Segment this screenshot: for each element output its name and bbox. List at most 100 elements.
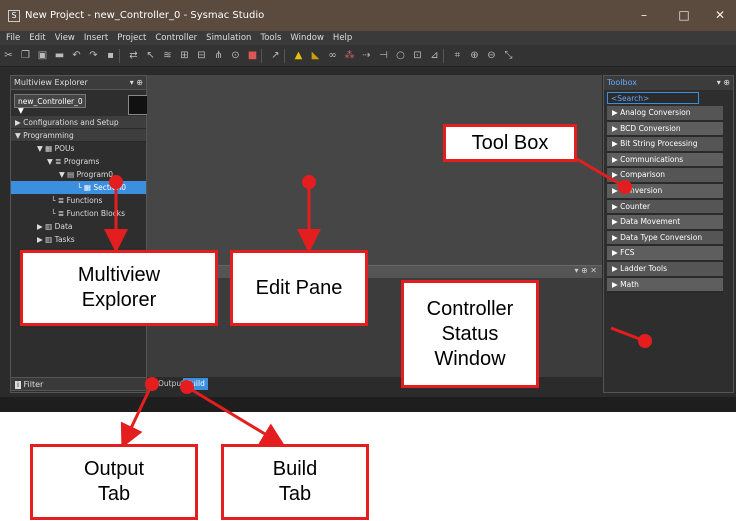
rung-icon[interactable]: ⊣ [375, 50, 392, 61]
tree-item-programming[interactable]: ▼ Programming [11, 129, 146, 142]
sysmac-studio-window: S New Project - new_Controller_0 - Sysma… [0, 0, 736, 412]
circle-icon[interactable]: ○ [392, 50, 409, 61]
toolbar: ✂ ❐ ▣ ▬ ↶ ↷ ▪ ⇄ ↖ ≋ ⊞ ⊟ ⋔ ⊙ ■ ↗ ▲ ◣ ∞ ⁂ … [0, 45, 736, 67]
chevron-down-icon: ▼ [18, 106, 24, 115]
build-marker [180, 380, 194, 394]
tree-item-pous[interactable]: ▼ ▦ POUs [11, 142, 146, 155]
app-icon: S [8, 9, 20, 22]
tree-item-section0[interactable]: └ ▦ Section0 [11, 181, 146, 194]
menu-window[interactable]: Window [290, 33, 324, 43]
zoom-out-icon[interactable]: ⊖ [483, 50, 500, 61]
toolbox-marker [618, 180, 632, 194]
project-tree: ▶ Configurations and Setup ▼ Programming… [11, 116, 146, 246]
toolbox-item-label: FCS [620, 248, 635, 258]
menu-bar: File Edit View Insert Project Controller… [0, 31, 736, 45]
menu-project[interactable]: Project [117, 33, 146, 43]
toolbox-item[interactable]: ▶ Data Type Conversion [607, 230, 723, 247]
undo-icon[interactable]: ↶ [68, 50, 85, 61]
edit-pane-callout: Edit Pane [230, 250, 368, 326]
menu-controller[interactable]: Controller [155, 33, 197, 43]
cut-icon[interactable]: ✂ [0, 50, 17, 61]
status-bar [0, 397, 736, 412]
edit-pane[interactable] [147, 75, 602, 265]
find-icon[interactable]: ⊙ [227, 50, 244, 61]
chart-icon[interactable]: ⊿ [426, 50, 443, 61]
toolbox-item[interactable]: ▶ Math [607, 277, 723, 294]
go-icon[interactable]: ↖ [142, 50, 159, 61]
toolbox-item-label: Data Movement [620, 217, 681, 227]
link-icon[interactable]: ∞ [324, 50, 341, 61]
simulation-icon[interactable]: ◣ [307, 50, 324, 61]
csw-marker [638, 334, 652, 348]
toolbox-item-label: Bit String Processing [620, 139, 698, 149]
window-icon[interactable]: ⊡ [409, 50, 426, 61]
menu-file[interactable]: File [6, 33, 20, 43]
filter-icon: i [15, 381, 21, 389]
toolbox-item-label: Ladder Tools [620, 263, 668, 273]
edit-marker [302, 175, 316, 189]
toolbox-item-label: BCD Conversion [620, 123, 681, 133]
toolbox-item-label: Data Type Conversion [620, 232, 703, 242]
delete-icon[interactable]: ▬ [51, 50, 68, 61]
csw-callout: Controller Status Window [401, 280, 539, 388]
toolbox-item[interactable]: ▶ FCS [607, 246, 723, 262]
save-icon[interactable]: ▪ [102, 50, 119, 61]
toolbox-item[interactable]: ▶ Communications [607, 152, 723, 169]
arrow-icon[interactable]: ⇢ [358, 50, 375, 61]
tree-item-programs[interactable]: ▼ ≣ Programs [11, 155, 146, 168]
close-button[interactable]: ✕ [700, 0, 736, 31]
transfer-icon[interactable]: ⊞ [176, 50, 193, 61]
cursor-icon[interactable]: ↗ [267, 50, 284, 61]
online-icon[interactable]: ⇄ [125, 50, 142, 61]
filter-bar[interactable]: i Filter [10, 377, 147, 391]
sync-icon[interactable]: ⊟ [193, 50, 210, 61]
menu-edit[interactable]: Edit [29, 33, 45, 43]
redo-icon[interactable]: ↷ [85, 50, 102, 61]
monitor-icon[interactable]: ⁂ [341, 50, 358, 61]
toolbox-item[interactable]: ▶ Analog Conversion [607, 106, 723, 122]
toolbox-item-label: Math [620, 279, 639, 289]
menu-insert[interactable]: Insert [84, 33, 108, 43]
warning-icon[interactable]: ▲ [290, 50, 307, 61]
tree-item-configurations[interactable]: ▶ Configurations and Setup [11, 116, 146, 129]
toolbox-item[interactable]: ▶ Bit String Processing [607, 137, 723, 153]
build-icon[interactable]: ⋔ [210, 50, 227, 61]
tree-item-tasks[interactable]: ▶ ▥ Tasks [11, 233, 146, 246]
filter-label: Filter [23, 380, 44, 389]
menu-help[interactable]: Help [333, 33, 352, 43]
multiview-marker [109, 175, 123, 189]
tree-item-program0[interactable]: ▼ ▤ Program0 [11, 168, 146, 181]
multiview-callout: Multiview Explorer [20, 250, 218, 326]
menu-simulation[interactable]: Simulation [206, 33, 251, 43]
stop-icon[interactable]: ■ [244, 50, 261, 61]
menu-tools[interactable]: Tools [260, 33, 281, 43]
pin-icon[interactable]: ▾ ⊕ [130, 78, 143, 87]
maximize-button[interactable]: □ [664, 0, 704, 31]
menu-view[interactable]: View [55, 33, 75, 43]
output-tab-callout: Output Tab [30, 444, 198, 520]
tree-item-function-blocks[interactable]: └ ≣ Function Blocks [11, 207, 146, 220]
fit-icon[interactable]: ⤡ [500, 50, 517, 61]
copy-icon[interactable]: ❐ [17, 50, 34, 61]
pin-icon[interactable]: ▾ ⊕ [717, 78, 730, 87]
compare-icon[interactable]: ≋ [159, 50, 176, 61]
controller-icon [128, 95, 148, 115]
toolbox-item[interactable]: ▶ Ladder Tools [607, 261, 723, 278]
tree-item-data[interactable]: ▶ ▥ Data [11, 220, 146, 233]
toolbox-item-label: Analog Conversion [620, 108, 691, 117]
paste-icon[interactable]: ▣ [34, 50, 51, 61]
frame-icon[interactable]: ⌗ [449, 50, 466, 61]
toolbox-item[interactable]: ▶ Counter [607, 199, 723, 216]
toolbox-search-input[interactable]: <Search> [607, 92, 699, 104]
controller-select[interactable]: new_Controller_0 ▼ [14, 94, 86, 115]
multiview-title: Multiview Explorer [14, 78, 88, 87]
multiview-explorer: Multiview Explorer ▾ ⊕ new_Controller_0 ▼… [10, 75, 148, 393]
toolbox-header: Toolbox ▾ ⊕ [604, 76, 733, 90]
tree-item-functions[interactable]: └ ≣ Functions [11, 194, 146, 207]
toolbox-item-label: Counter [620, 201, 651, 211]
title-bar: S New Project - new_Controller_0 - Sysma… [0, 0, 736, 31]
minimize-button[interactable]: – [624, 0, 664, 31]
toolbox-item[interactable]: ▶ Data Movement [607, 215, 723, 231]
zoom-in-icon[interactable]: ⊕ [466, 50, 483, 61]
toolbox-item[interactable]: ▶ BCD Conversion [607, 121, 723, 138]
